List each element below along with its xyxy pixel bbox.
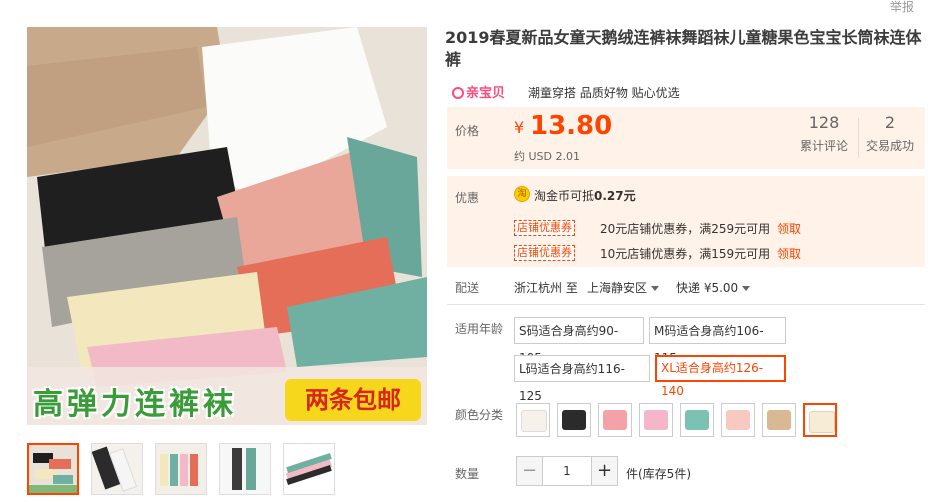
- coupon-claim-2[interactable]: 领取: [777, 245, 801, 262]
- banner-text: 高弹力连裤袜: [33, 387, 237, 422]
- reviews-count[interactable]: 128: [798, 113, 850, 132]
- product-title: 2019春夏新品女童天鹅绒连裤袜舞蹈袜儿童糖果色宝宝长筒袜连体裤: [445, 28, 922, 69]
- color-swatch-4[interactable]: [639, 403, 673, 437]
- coupon-text-2: 10元店铺优惠券，满159元可用: [600, 247, 771, 261]
- color-swatch-2[interactable]: [557, 403, 591, 437]
- stock-text: 件(库存5件): [626, 467, 691, 481]
- shipping-method-select[interactable]: 快递 ¥5.00: [676, 279, 751, 296]
- quantity-plus-button[interactable]: +: [591, 456, 618, 486]
- quantity-input[interactable]: 1: [542, 456, 592, 486]
- chevron-down-icon: [742, 286, 751, 291]
- price-label: 价格: [455, 124, 480, 138]
- thumbnail-2[interactable]: [91, 443, 143, 495]
- age-option-s[interactable]: S码适合身高约90-105: [514, 317, 644, 365]
- price-value: 13.80: [530, 111, 613, 141]
- tao-coin-icon: 淘: [514, 186, 530, 202]
- color-swatch-1[interactable]: [516, 403, 550, 437]
- thumbnail-4[interactable]: [219, 443, 271, 495]
- quantity-minus-button[interactable]: −: [516, 456, 543, 486]
- stats-divider: [858, 118, 859, 158]
- age-option-m[interactable]: M码适合身高约106-115: [649, 317, 786, 365]
- promo-label: 优惠: [455, 191, 480, 205]
- main-product-image: 高弹力连裤袜 两条包邮: [27, 27, 427, 425]
- coin-offer: 淘金币可抵0.27元: [534, 189, 636, 203]
- thumbnail-5[interactable]: [283, 443, 335, 495]
- color-swatch-3[interactable]: [598, 403, 632, 437]
- coupon-claim-1[interactable]: 领取: [777, 220, 801, 237]
- report-link[interactable]: 举报: [890, 0, 914, 15]
- color-swatch-6[interactable]: [721, 403, 755, 437]
- shipping-from: 浙江杭州 至: [514, 281, 578, 295]
- thumbnail-1[interactable]: [27, 443, 79, 495]
- free-shipping-badge: 两条包邮: [285, 379, 421, 421]
- chevron-down-icon: [651, 286, 660, 291]
- coupon-tag-2: 店铺优惠券: [514, 245, 575, 261]
- color-swatch-5[interactable]: [680, 403, 714, 437]
- smile-icon: [452, 87, 464, 99]
- color-swatch-8[interactable]: [803, 403, 837, 437]
- coupon-text-1: 20元店铺优惠券，满259元可用: [600, 222, 771, 236]
- brand-logo: 亲宝贝: [452, 82, 505, 101]
- shipping-label: 配送: [455, 281, 480, 295]
- coupon-tag-1: 店铺优惠券: [514, 220, 575, 236]
- price-usd: 约 USD 2.01: [514, 150, 580, 163]
- brand-tagline: 潮童穿搭 品质好物 贴心优选: [528, 86, 680, 100]
- color-swatch-7[interactable]: [762, 403, 796, 437]
- quantity-label: 数量: [455, 467, 480, 481]
- color-label: 颜色分类: [455, 408, 504, 422]
- age-option-xl[interactable]: XL适合身高约126-140: [655, 355, 786, 398]
- sales-label: 交易成功: [865, 139, 914, 153]
- shipping-destination-select[interactable]: 上海静安区: [587, 279, 660, 296]
- price-currency: ¥: [514, 118, 525, 137]
- age-option-l[interactable]: L码适合身高约116-125: [514, 355, 650, 403]
- sales-count: 2: [884, 113, 896, 132]
- divider: [447, 304, 925, 305]
- age-label: 适用年龄: [455, 322, 504, 336]
- thumbnail-3[interactable]: [155, 443, 207, 495]
- reviews-label[interactable]: 累计评论: [796, 137, 852, 154]
